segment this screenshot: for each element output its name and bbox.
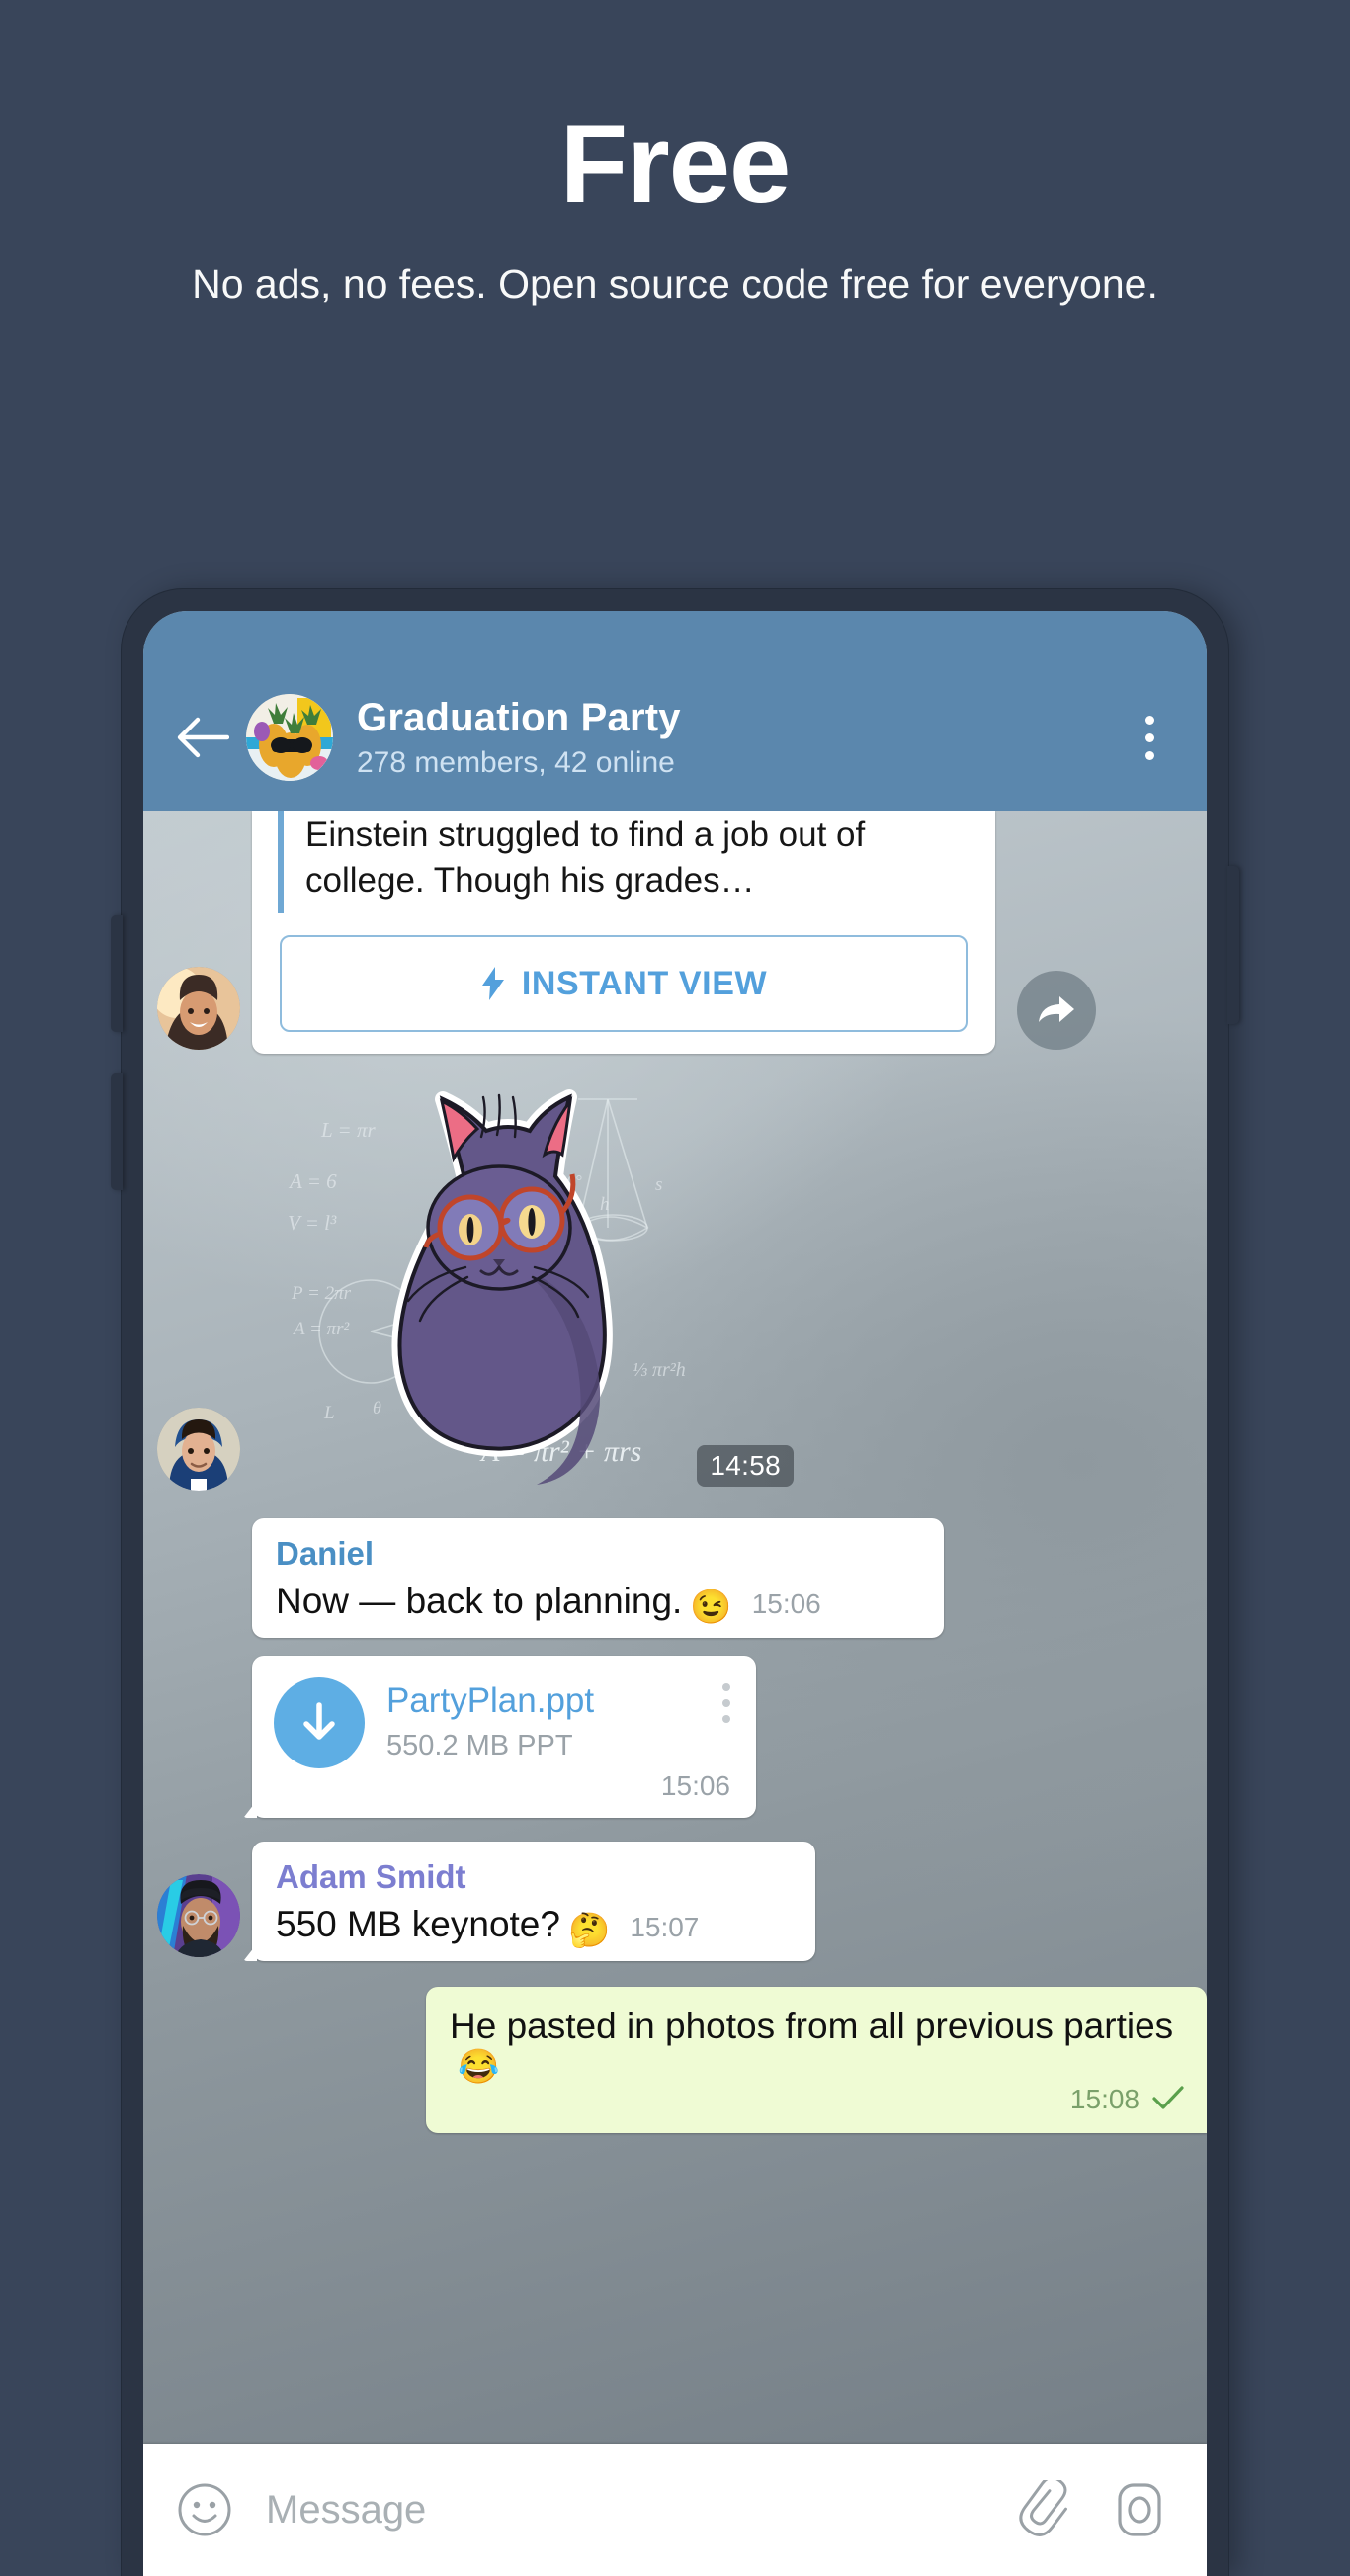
avatar[interactable]	[157, 1874, 240, 1958]
paperclip-icon[interactable]	[1013, 2476, 1080, 2543]
message-row-adam: Adam Smidt 550 MB keynote? 🤔 15:07	[143, 1842, 1207, 1962]
message-text: Now — back to planning.	[276, 1580, 683, 1621]
check-icon	[1151, 2085, 1185, 2119]
message-input-bar[interactable]: Message	[143, 2444, 1207, 2576]
message-row-daniel: Daniel Now — back to planning. 😉 15:06	[143, 1518, 1207, 1639]
phone-mockup: Graduation Party 278 members, 42 online	[111, 589, 1239, 2576]
avatar[interactable]	[157, 1408, 240, 1492]
file-bubble[interactable]: PartyPlan.ppt 550.2 MB PPT 15:06	[252, 1656, 756, 1819]
svg-text:L: L	[323, 1403, 335, 1423]
link-preview-text: Einstein struggled to find a job out of …	[305, 816, 866, 901]
message-row-sticker: L = πr A = 6 V = l³ P = 2πr A = πr² θ θ …	[143, 1079, 1207, 1495]
avatar-spacer	[157, 1731, 240, 1814]
message-timestamp: 15:06	[751, 1589, 821, 1620]
message-timestamp: 15:07	[630, 1912, 700, 1943]
svg-text:s: s	[655, 1174, 662, 1195]
message-text: 550 MB keynote?	[276, 1903, 560, 1944]
message-bubble[interactable]: Adam Smidt 550 MB keynote? 🤔 15:07	[252, 1842, 815, 1962]
arrow-left-icon[interactable]	[165, 700, 240, 775]
forward-arrow-icon[interactable]	[1017, 971, 1096, 1051]
emoji-joy: 😂	[458, 2047, 500, 2086]
svg-text:P = 2πr: P = 2πr	[291, 1283, 352, 1304]
emoji-thinking: 🤔	[567, 1912, 611, 1950]
svg-text:A = 6: A = 6	[288, 1169, 337, 1193]
svg-text:L = πr: L = πr	[320, 1118, 376, 1142]
message-timestamp: 14:58	[697, 1445, 794, 1488]
promo-header: Free No ads, no fees. Open source code f…	[0, 0, 1350, 310]
svg-text:h: h	[600, 1194, 610, 1215]
chat-subtitle: 278 members, 42 online	[357, 745, 675, 779]
instant-view-button[interactable]: INSTANT VIEW	[280, 935, 968, 1033]
svg-text:A = πr²: A = πr²	[292, 1319, 349, 1339]
message-text: He pasted in photos from all previous pa…	[450, 2006, 1174, 2047]
svg-text:⅓ πr²h: ⅓ πr²h	[633, 1359, 686, 1381]
chat-header: Graduation Party 278 members, 42 online	[143, 664, 1207, 811]
phone-volume-up-button	[111, 915, 123, 1032]
avatar[interactable]	[246, 694, 333, 781]
link-preview-quote: Einstein struggled to find a job out of …	[278, 811, 968, 914]
message-bubble[interactable]: Daniel Now — back to planning. 😉 15:06	[252, 1518, 944, 1639]
emoji-wink: 😉	[690, 1589, 732, 1627]
lightning-bolt-icon	[480, 967, 506, 1001]
file-size: 550.2 MB PPT	[386, 1729, 573, 1761]
download-arrow-icon[interactable]	[274, 1677, 365, 1769]
message-list[interactable]: Einstein struggled to find a job out of …	[143, 811, 1207, 2444]
avatar-spacer	[157, 1551, 240, 1634]
status-bar	[143, 611, 1207, 664]
message-timestamp: 15:06	[660, 1770, 730, 1802]
link-preview-bubble[interactable]: Einstein struggled to find a job out of …	[252, 811, 995, 1055]
math-cat-sticker[interactable]: L = πr A = 6 V = l³ P = 2πr A = πr² θ θ …	[252, 1079, 805, 1495]
search-input[interactable]: Message	[266, 2488, 1013, 2533]
smiley-icon[interactable]	[171, 2476, 238, 2543]
svg-text:V = l³: V = l³	[288, 1211, 337, 1235]
message-row-file: PartyPlan.ppt 550.2 MB PPT 15:06	[143, 1656, 1207, 1819]
phone-power-button	[1227, 866, 1239, 1024]
more-vertical-icon[interactable]	[722, 1677, 730, 1724]
instant-view-label: INSTANT VIEW	[521, 964, 768, 1002]
more-vertical-icon[interactable]	[1118, 700, 1181, 775]
page-title: Graduation Party	[357, 695, 681, 739]
message-sender: Adam Smidt	[276, 1858, 466, 1896]
camera-icon[interactable]	[1106, 2476, 1173, 2543]
avatar[interactable]	[157, 967, 240, 1051]
message-sender: Daniel	[276, 1535, 375, 1573]
phone-screen: Graduation Party 278 members, 42 online	[143, 611, 1207, 2576]
message-bubble-outgoing[interactable]: He pasted in photos from all previous pa…	[426, 1987, 1207, 2133]
message-row-link-preview: Einstein struggled to find a job out of …	[143, 811, 1207, 1055]
svg-text:θ: θ	[373, 1398, 381, 1417]
message-timestamp: 15:08	[1069, 2083, 1139, 2114]
message-row-outgoing: He pasted in photos from all previous pa…	[143, 1987, 1207, 2133]
phone-volume-down-button	[111, 1073, 123, 1190]
file-name[interactable]: PartyPlan.ppt	[386, 1681, 722, 1721]
page-subtitle: No ads, no fees. Open source code free f…	[192, 261, 1158, 306]
page-title: Free	[559, 102, 792, 225]
chat-title-group[interactable]: Graduation Party 278 members, 42 online	[357, 696, 1118, 780]
